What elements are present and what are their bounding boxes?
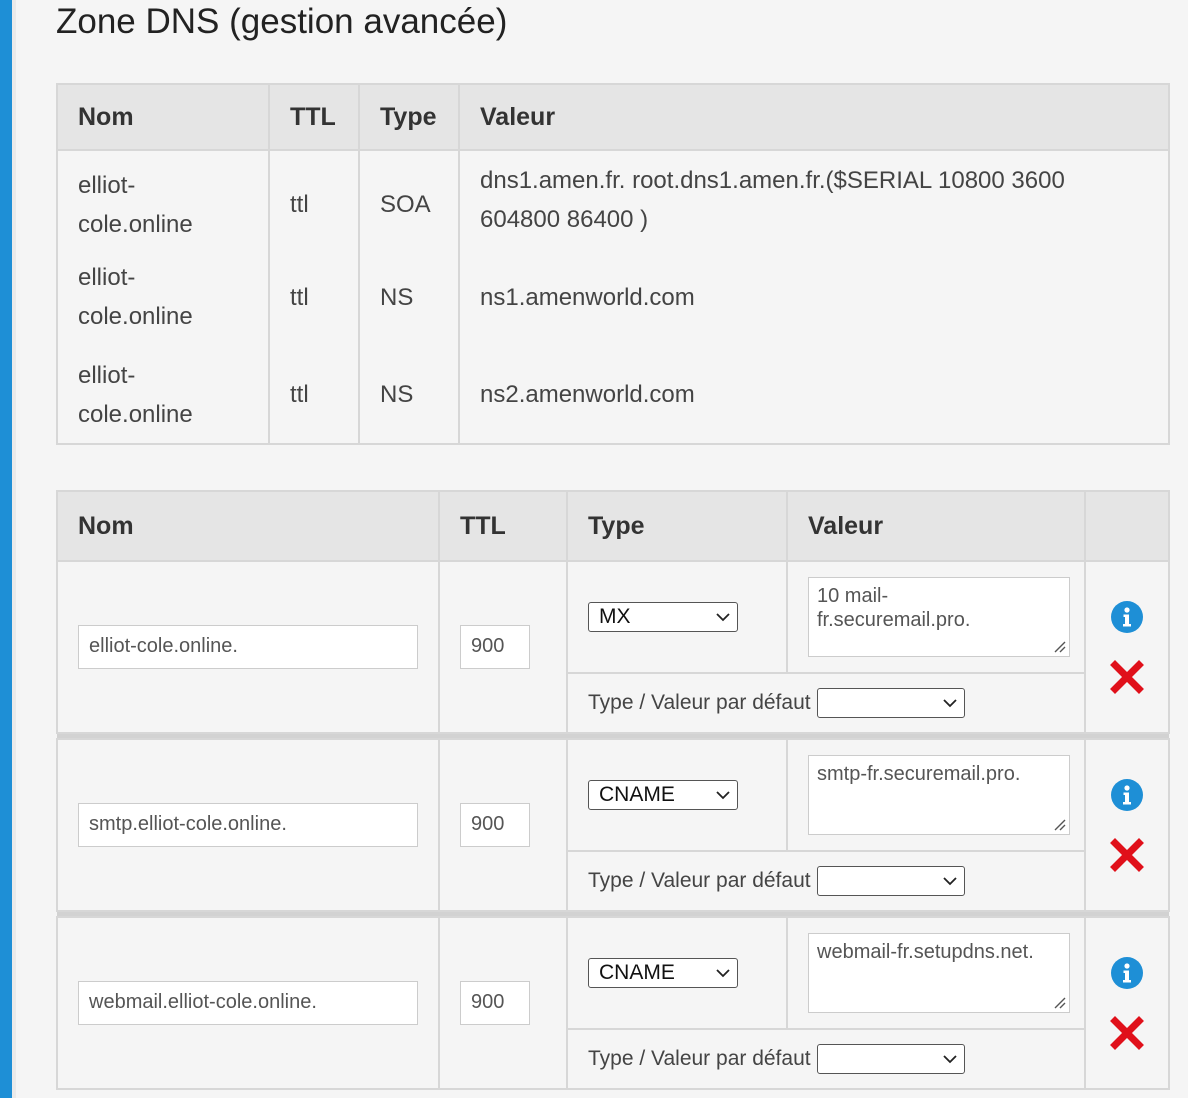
nom-input[interactable]: webmail.elliot-cole.online. bbox=[78, 981, 418, 1025]
type-select-value: MX bbox=[599, 605, 631, 628]
record-ttl: ttl bbox=[268, 346, 360, 445]
chevron-down-icon bbox=[942, 699, 957, 708]
record-valeur: dns1.amen.fr. root.dns1.amen.fr.($SERIAL… bbox=[458, 150, 1170, 248]
record-ttl: ttl bbox=[268, 150, 360, 248]
valeur-text: smtp-fr.securemail.pro. bbox=[817, 763, 1021, 785]
table-row: elliot- cole.online ttl SOA dns1.amen.fr… bbox=[56, 150, 1170, 248]
type-select[interactable]: CNAME bbox=[588, 958, 738, 988]
defaults-label: Type / Valeur par défaut bbox=[588, 1047, 811, 1070]
ttl-input[interactable]: 900 bbox=[460, 803, 530, 847]
type-select-value: CNAME bbox=[599, 961, 675, 984]
delete-x-icon[interactable] bbox=[1110, 1016, 1144, 1050]
valeur-textarea[interactable]: smtp-fr.securemail.pro. bbox=[808, 755, 1070, 835]
nom-input[interactable]: smtp.elliot-cole.online. bbox=[78, 803, 418, 847]
chevron-down-icon bbox=[716, 791, 730, 800]
col-header-valeur: Valeur bbox=[786, 490, 1086, 562]
left-accent-bar bbox=[0, 0, 16, 1098]
col-header-nom: Nom bbox=[56, 490, 440, 562]
resize-grip-icon[interactable] bbox=[1052, 639, 1066, 653]
record-nom: elliot- cole.online bbox=[56, 346, 270, 445]
type-select-value: CNAME bbox=[599, 783, 675, 806]
ttl-input[interactable]: 900 bbox=[460, 625, 530, 669]
record-valeur: ns1.amenworld.com bbox=[458, 248, 1170, 346]
defaults-select[interactable] bbox=[816, 866, 965, 896]
type-select[interactable]: CNAME bbox=[588, 780, 738, 810]
table-row: elliot- cole.online ttl NS ns1.amenworld… bbox=[56, 248, 1170, 346]
table-row: elliot- cole.online ttl NS ns2.amenworld… bbox=[56, 346, 1170, 445]
info-circle-icon[interactable] bbox=[1110, 778, 1144, 812]
record-row: smtp.elliot-cole.online. 900 CNAME smtp-… bbox=[56, 738, 1170, 912]
chevron-down-icon bbox=[942, 1055, 957, 1064]
chevron-down-icon bbox=[942, 877, 957, 886]
ttl-input[interactable]: 900 bbox=[460, 981, 530, 1025]
static-records-table: Nom TTL Type Valeur elliot- cole.online … bbox=[56, 83, 1170, 445]
defaults-select[interactable] bbox=[816, 1044, 965, 1074]
record-type: SOA bbox=[358, 150, 460, 248]
resize-grip-icon[interactable] bbox=[1052, 995, 1066, 1009]
defaults-label: Type / Valeur par défaut bbox=[588, 691, 811, 714]
record-type: NS bbox=[358, 248, 460, 346]
record-row: elliot-cole.online. 900 MX 10 mail- fr.s… bbox=[56, 560, 1170, 734]
chevron-down-icon bbox=[716, 969, 730, 978]
record-type: NS bbox=[358, 346, 460, 445]
info-circle-icon[interactable] bbox=[1110, 600, 1144, 634]
record-ttl: ttl bbox=[268, 248, 360, 346]
info-circle-icon[interactable] bbox=[1110, 956, 1144, 990]
record-nom: elliot- cole.online bbox=[56, 248, 270, 346]
defaults-select[interactable] bbox=[816, 688, 965, 718]
resize-grip-icon[interactable] bbox=[1052, 817, 1066, 831]
defaults-label: Type / Valeur par défaut bbox=[588, 869, 811, 892]
record-valeur: ns2.amenworld.com bbox=[458, 346, 1170, 445]
editable-records-table: Nom TTL Type Valeur elliot-cole.online. … bbox=[56, 490, 1170, 1090]
valeur-text: webmail-fr.setupdns.net. bbox=[817, 941, 1034, 963]
col-header-type: Type bbox=[566, 490, 788, 562]
col-header-type: Type bbox=[358, 83, 460, 151]
nom-input[interactable]: elliot-cole.online. bbox=[78, 625, 418, 669]
col-header-actions bbox=[1084, 490, 1170, 562]
valeur-text: 10 mail- fr.securemail.pro. bbox=[817, 585, 971, 631]
record-nom: elliot- cole.online bbox=[56, 150, 270, 248]
col-header-ttl: TTL bbox=[268, 83, 360, 151]
col-header-nom: Nom bbox=[56, 83, 270, 151]
delete-x-icon[interactable] bbox=[1110, 660, 1144, 694]
col-header-ttl: TTL bbox=[438, 490, 568, 562]
page-title: Zone DNS (gestion avancée) bbox=[56, 2, 508, 41]
record-row: webmail.elliot-cole.online. 900 CNAME we… bbox=[56, 916, 1170, 1090]
valeur-textarea[interactable]: 10 mail- fr.securemail.pro. bbox=[808, 577, 1070, 657]
type-select[interactable]: MX bbox=[588, 602, 738, 632]
chevron-down-icon bbox=[716, 613, 730, 622]
col-header-valeur: Valeur bbox=[458, 83, 1170, 151]
delete-x-icon[interactable] bbox=[1110, 838, 1144, 872]
valeur-textarea[interactable]: webmail-fr.setupdns.net. bbox=[808, 933, 1070, 1013]
